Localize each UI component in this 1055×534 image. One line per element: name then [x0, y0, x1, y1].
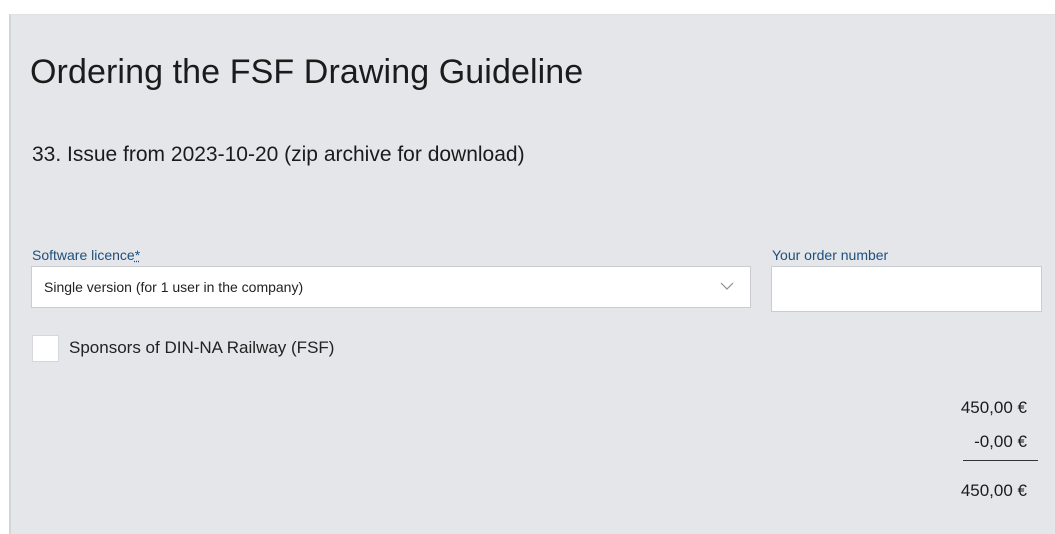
page: Ordering the FSF Drawing Guideline 33. I…	[0, 0, 1055, 534]
sponsor-checkbox-label[interactable]: Sponsors of DIN-NA Railway (FSF)	[69, 338, 334, 358]
discount-amount: -0,00 €	[974, 432, 1027, 451]
licence-label-text: Software licence	[32, 247, 135, 263]
chevron-down-icon	[720, 282, 734, 290]
total-divider	[963, 460, 1038, 461]
required-marker: *	[134, 247, 141, 263]
issue-subtitle: 33. Issue from 2023-10-20 (zip archive f…	[32, 143, 525, 166]
order-form-panel: Ordering the FSF Drawing Guideline 33. I…	[9, 14, 1055, 534]
subtotal-amount: 450,00 €	[960, 398, 1027, 417]
order-number-input[interactable]	[771, 266, 1042, 312]
page-title: Ordering the FSF Drawing Guideline	[30, 53, 584, 91]
total-amount: 450,00 €	[960, 481, 1027, 500]
licence-selected-value: Single version (for 1 user in the compan…	[44, 279, 304, 295]
sponsor-checkbox[interactable]	[32, 335, 59, 362]
licence-select[interactable]: Single version (for 1 user in the compan…	[31, 266, 751, 308]
order-number-label: Your order number	[772, 247, 889, 263]
licence-field-label: Software licence*	[32, 247, 140, 263]
